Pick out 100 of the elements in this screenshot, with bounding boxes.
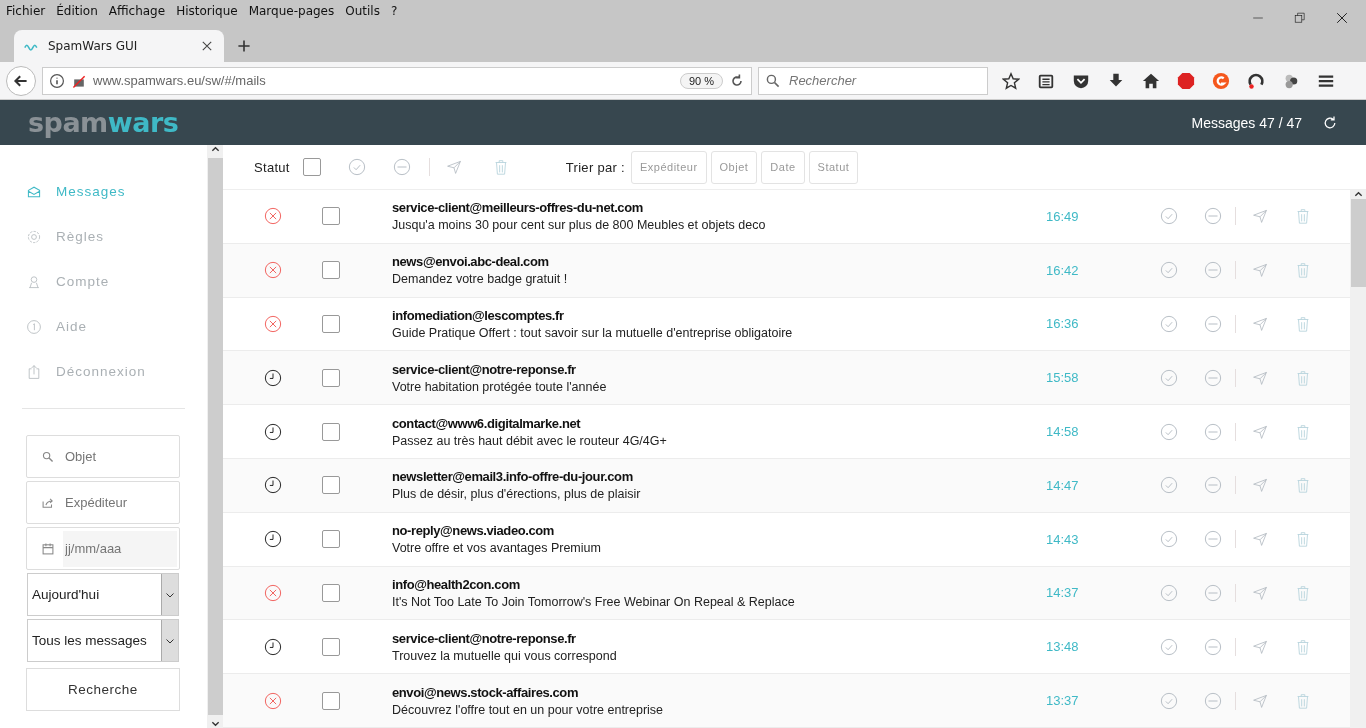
search-box[interactable]: Rechercher <box>758 66 988 95</box>
paper-plane-icon[interactable] <box>1252 262 1268 279</box>
search-button[interactable]: Recherche <box>26 668 180 711</box>
minus-circle-icon[interactable] <box>392 158 411 176</box>
refresh-icon[interactable] <box>1322 114 1338 131</box>
sender-address: news@envoi.abc-deal.com <box>392 254 550 270</box>
address-bar[interactable]: www.spamwars.eu/sw/#/mails 90 % <box>42 66 752 95</box>
sender-address: service-client@notre-reponse.fr <box>392 630 577 646</box>
message-time: 16:42 <box>1046 262 1080 278</box>
row-checkbox[interactable] <box>322 315 340 333</box>
extension-icon[interactable] <box>1212 71 1230 90</box>
row-checkbox[interactable] <box>322 530 340 549</box>
check-circle-icon[interactable] <box>1160 261 1178 280</box>
sender-address: service-client@notre-reponse.fr <box>392 361 577 377</box>
x-circle-icon <box>263 261 282 280</box>
row-checkbox[interactable] <box>322 261 340 280</box>
paper-plane-icon[interactable] <box>1252 423 1268 440</box>
paper-plane-icon[interactable] <box>1252 692 1268 709</box>
gear-icon <box>26 228 42 245</box>
paper-plane-icon[interactable] <box>1252 584 1268 601</box>
circular-arrow-icon[interactable] <box>1247 71 1265 90</box>
paper-plane-icon[interactable] <box>1252 316 1268 332</box>
check-circle-icon[interactable] <box>1160 691 1178 710</box>
paper-plane-icon[interactable] <box>1252 477 1268 494</box>
chevron-up-icon <box>210 145 220 154</box>
row-checkbox[interactable] <box>322 583 340 602</box>
message-subject: Découvrez l'offre tout en un pour votre entreprise <box>392 702 665 717</box>
scrollbar-thumb[interactable] <box>1350 199 1366 287</box>
plus-icon[interactable] <box>236 38 252 54</box>
home-icon[interactable] <box>1142 71 1160 90</box>
clock-icon <box>263 530 282 549</box>
minus-circle-icon[interactable] <box>1204 315 1222 333</box>
search-field[interactable]: Rechercher <box>787 72 981 89</box>
menu-item[interactable]: Marque-pages <box>248 4 335 18</box>
sender-address: newsletter@email3.info-offre-du-jour.com <box>392 469 634 485</box>
message-count: Messages 47 / 47 <box>1191 114 1302 131</box>
dropdown[interactable]: Tous les messages <box>27 619 179 662</box>
check-circle-icon[interactable] <box>1160 422 1178 441</box>
filter-field[interactable]: Objet <box>63 448 177 465</box>
select-all-checkbox[interactable] <box>302 158 321 176</box>
logo: spamwars <box>28 107 179 138</box>
restore-icon[interactable] <box>1294 12 1306 24</box>
check-circle-icon[interactable] <box>347 158 366 176</box>
minus-circle-icon[interactable] <box>1204 637 1222 656</box>
message-time: 13:48 <box>1046 639 1080 655</box>
sender-address: no-reply@news.viadeo.com <box>392 523 555 539</box>
minus-circle-icon[interactable] <box>1204 261 1222 280</box>
check-circle-icon[interactable] <box>1160 530 1178 549</box>
filter-box[interactable]: Objet <box>26 435 180 478</box>
minus-circle-icon[interactable] <box>1204 691 1222 710</box>
dropdown[interactable]: Aujourd'hui <box>27 573 179 616</box>
minus-circle-icon[interactable] <box>1204 368 1222 387</box>
date-field[interactable]: jj/mm/aaa <box>63 530 177 567</box>
menu-item[interactable]: Outils <box>345 4 380 18</box>
sender-address: service-client@meilleurs-offres-du-net.com <box>392 200 644 216</box>
scrollbar[interactable] <box>1350 190 1366 728</box>
back-button[interactable] <box>6 65 36 96</box>
close-icon[interactable] <box>1336 12 1348 24</box>
menu-item[interactable]: ? <box>390 4 398 18</box>
row-checkbox[interactable] <box>322 207 340 226</box>
menu-item[interactable]: Historique <box>176 4 238 18</box>
menu-item[interactable]: Affichage <box>108 4 166 18</box>
row-checkbox[interactable] <box>322 422 340 441</box>
row-checkbox[interactable] <box>322 476 340 495</box>
minus-circle-icon[interactable] <box>1204 207 1222 226</box>
stop-sign-icon[interactable] <box>1177 71 1195 90</box>
check-circle-icon[interactable] <box>1160 315 1178 333</box>
close-icon[interactable] <box>200 39 214 53</box>
reload-icon[interactable] <box>729 72 745 89</box>
user-icon <box>26 273 42 290</box>
check-circle-icon[interactable] <box>1160 476 1178 495</box>
filter-box[interactable]: jj/mm/aaa <box>26 527 180 570</box>
check-circle-icon[interactable] <box>1160 583 1178 602</box>
menu-item[interactable]: Fichier <box>6 4 46 18</box>
arrow-left-icon <box>13 72 29 89</box>
zoom-level[interactable]: 90 % <box>679 72 723 89</box>
browser-tab[interactable]: SpamWars GUI <box>14 30 224 62</box>
clock-icon <box>263 422 282 441</box>
row-checkbox[interactable] <box>322 691 340 710</box>
minus-circle-icon[interactable] <box>1204 476 1222 495</box>
paper-plane-icon[interactable] <box>1252 531 1268 548</box>
check-circle-icon[interactable] <box>1160 637 1178 656</box>
check-circle-icon[interactable] <box>1160 368 1178 387</box>
message-subject: Demandez votre badge gratuit ! <box>392 272 569 287</box>
message-time: 14:37 <box>1046 585 1080 601</box>
star-icon[interactable] <box>1002 71 1020 90</box>
paper-plane-icon[interactable] <box>1252 208 1268 225</box>
paper-plane-icon[interactable] <box>1252 638 1268 655</box>
message-subject: Jusqu'a moins 30 pour cent sur plus de 800 Meubles et objets deco <box>392 218 767 233</box>
filter-box[interactable]: Expéditeur <box>26 481 180 524</box>
check-circle-icon[interactable] <box>1160 207 1178 226</box>
clock-icon <box>263 476 282 495</box>
minus-circle-icon[interactable] <box>1204 422 1222 441</box>
menu-item[interactable]: Édition <box>56 4 98 18</box>
row-checkbox[interactable] <box>322 368 340 387</box>
minus-circle-icon[interactable] <box>1204 583 1222 602</box>
paper-plane-icon[interactable] <box>1252 369 1268 386</box>
row-checkbox[interactable] <box>322 637 340 656</box>
minus-circle-icon[interactable] <box>1204 530 1222 549</box>
filter-field[interactable]: Expéditeur <box>63 494 177 511</box>
